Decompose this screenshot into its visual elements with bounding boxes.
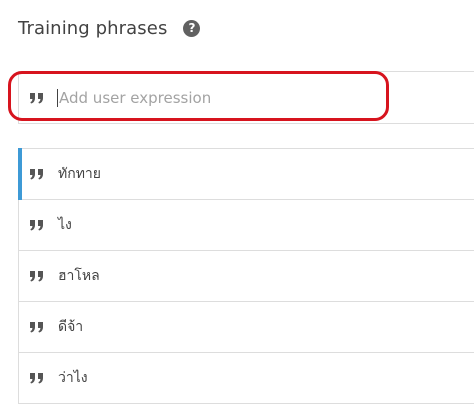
phrase-list: ทักทาย ไง ฮาโหล ดีจ้า ว่าไง — [18, 148, 474, 404]
phrase-row[interactable]: ทักทาย — [18, 148, 474, 200]
help-icon[interactable]: ? — [183, 19, 201, 37]
text-cursor — [57, 89, 58, 107]
section-header: Training phrases ? — [18, 14, 201, 42]
training-phrases-panel: Training phrases ? ทักทาย — [0, 0, 474, 420]
phrase-text: ว่าไง — [58, 370, 88, 386]
phrase-text: ดีจ้า — [58, 319, 84, 335]
phrase-row[interactable]: ว่าไง — [19, 353, 474, 404]
phrase-row[interactable]: ฮาโหล — [19, 251, 474, 302]
phrase-text: ทักทาย — [58, 166, 101, 182]
phrase-row[interactable]: ดีจ้า — [19, 302, 474, 353]
quote-icon — [29, 165, 45, 184]
add-expression-box[interactable] — [18, 71, 474, 124]
quote-icon — [29, 216, 45, 235]
quote-icon — [29, 369, 45, 388]
quote-icon — [29, 318, 45, 337]
quote-icon — [29, 267, 45, 286]
user-expression-input[interactable] — [59, 83, 459, 113]
section-title: Training phrases — [18, 17, 168, 39]
quote-icon — [29, 89, 45, 108]
phrase-row[interactable]: ไง — [19, 200, 474, 251]
phrase-text: ฮาโหล — [58, 268, 100, 284]
phrase-text: ไง — [58, 217, 72, 233]
